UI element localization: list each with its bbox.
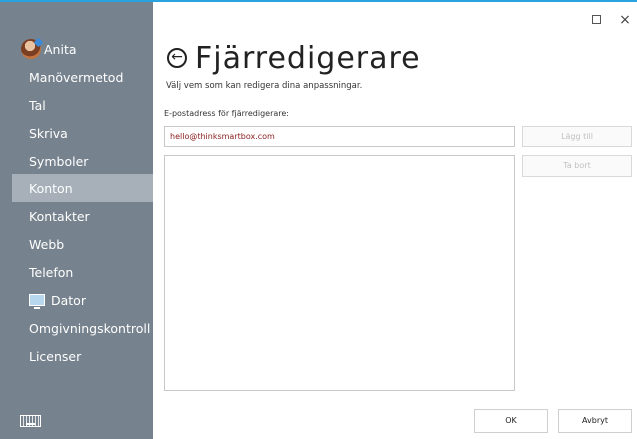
- page-title: Fjärredigerare: [195, 40, 421, 76]
- close-icon: ×: [619, 12, 631, 28]
- sidebar-item-label: Konton: [29, 180, 73, 196]
- sidebar-item-label: Telefon: [29, 264, 74, 280]
- page-header: ← Fjärredigerare: [167, 38, 421, 78]
- email-field-label: E-postadress för fjärredigerare:: [164, 109, 290, 118]
- sidebar-item-label: Manövermetod: [29, 69, 124, 85]
- sidebar-item-dator[interactable]: Dator: [12, 286, 153, 314]
- monitor-icon: [29, 294, 45, 309]
- editors-list[interactable]: [164, 155, 515, 391]
- sidebar-item-licenser[interactable]: Licenser: [12, 342, 153, 370]
- sidebar-item-skriva[interactable]: Skriva: [12, 119, 153, 147]
- maximize-icon: [591, 15, 601, 24]
- sidebar-item-label: Skriva: [29, 125, 68, 141]
- remove-button[interactable]: Ta bort: [522, 155, 632, 177]
- sidebar-item-konton[interactable]: Konton: [12, 174, 153, 202]
- user-name: Anita: [44, 41, 77, 57]
- user-profile[interactable]: Anita: [21, 38, 77, 60]
- close-button[interactable]: ×: [618, 13, 632, 27]
- back-arrow-icon[interactable]: ←: [167, 48, 187, 68]
- email-field[interactable]: [164, 126, 515, 147]
- sidebar-item-label: Omgivningskontroll: [29, 320, 151, 336]
- sidebar-item-label: Licenser: [29, 348, 82, 364]
- ok-button[interactable]: OK: [474, 409, 548, 433]
- add-button[interactable]: Lägg till: [522, 126, 632, 147]
- sidebar-item-kontakter[interactable]: Kontakter: [12, 202, 153, 230]
- sidebar-item-label: Webb: [29, 236, 65, 252]
- page-subtitle: Välj vem som kan redigera dina anpassnin…: [166, 81, 363, 91]
- sidebar-item-label: Tal: [29, 97, 46, 113]
- sidebar-item-webb[interactable]: Webb: [12, 230, 153, 258]
- sidebar-item-label: Dator: [51, 292, 86, 308]
- sidebar-item-omgivningskontroll[interactable]: Omgivningskontroll: [12, 314, 153, 342]
- sidebar-item-tal[interactable]: Tal: [12, 91, 153, 119]
- sidebar: Anita Manövermetod Tal Skriva Symboler K…: [0, 2, 153, 439]
- keyboard-icon[interactable]: [20, 415, 41, 427]
- avatar: [21, 39, 41, 59]
- sidebar-item-label: Kontakter: [29, 208, 90, 224]
- cancel-button[interactable]: Avbryt: [558, 409, 632, 433]
- sidebar-item-label: Symboler: [29, 153, 89, 169]
- sidebar-item-manovermetod[interactable]: Manövermetod: [12, 63, 153, 91]
- maximize-button[interactable]: [589, 13, 603, 27]
- sidebar-item-symboler[interactable]: Symboler: [12, 147, 153, 175]
- sidebar-item-telefon[interactable]: Telefon: [12, 258, 153, 286]
